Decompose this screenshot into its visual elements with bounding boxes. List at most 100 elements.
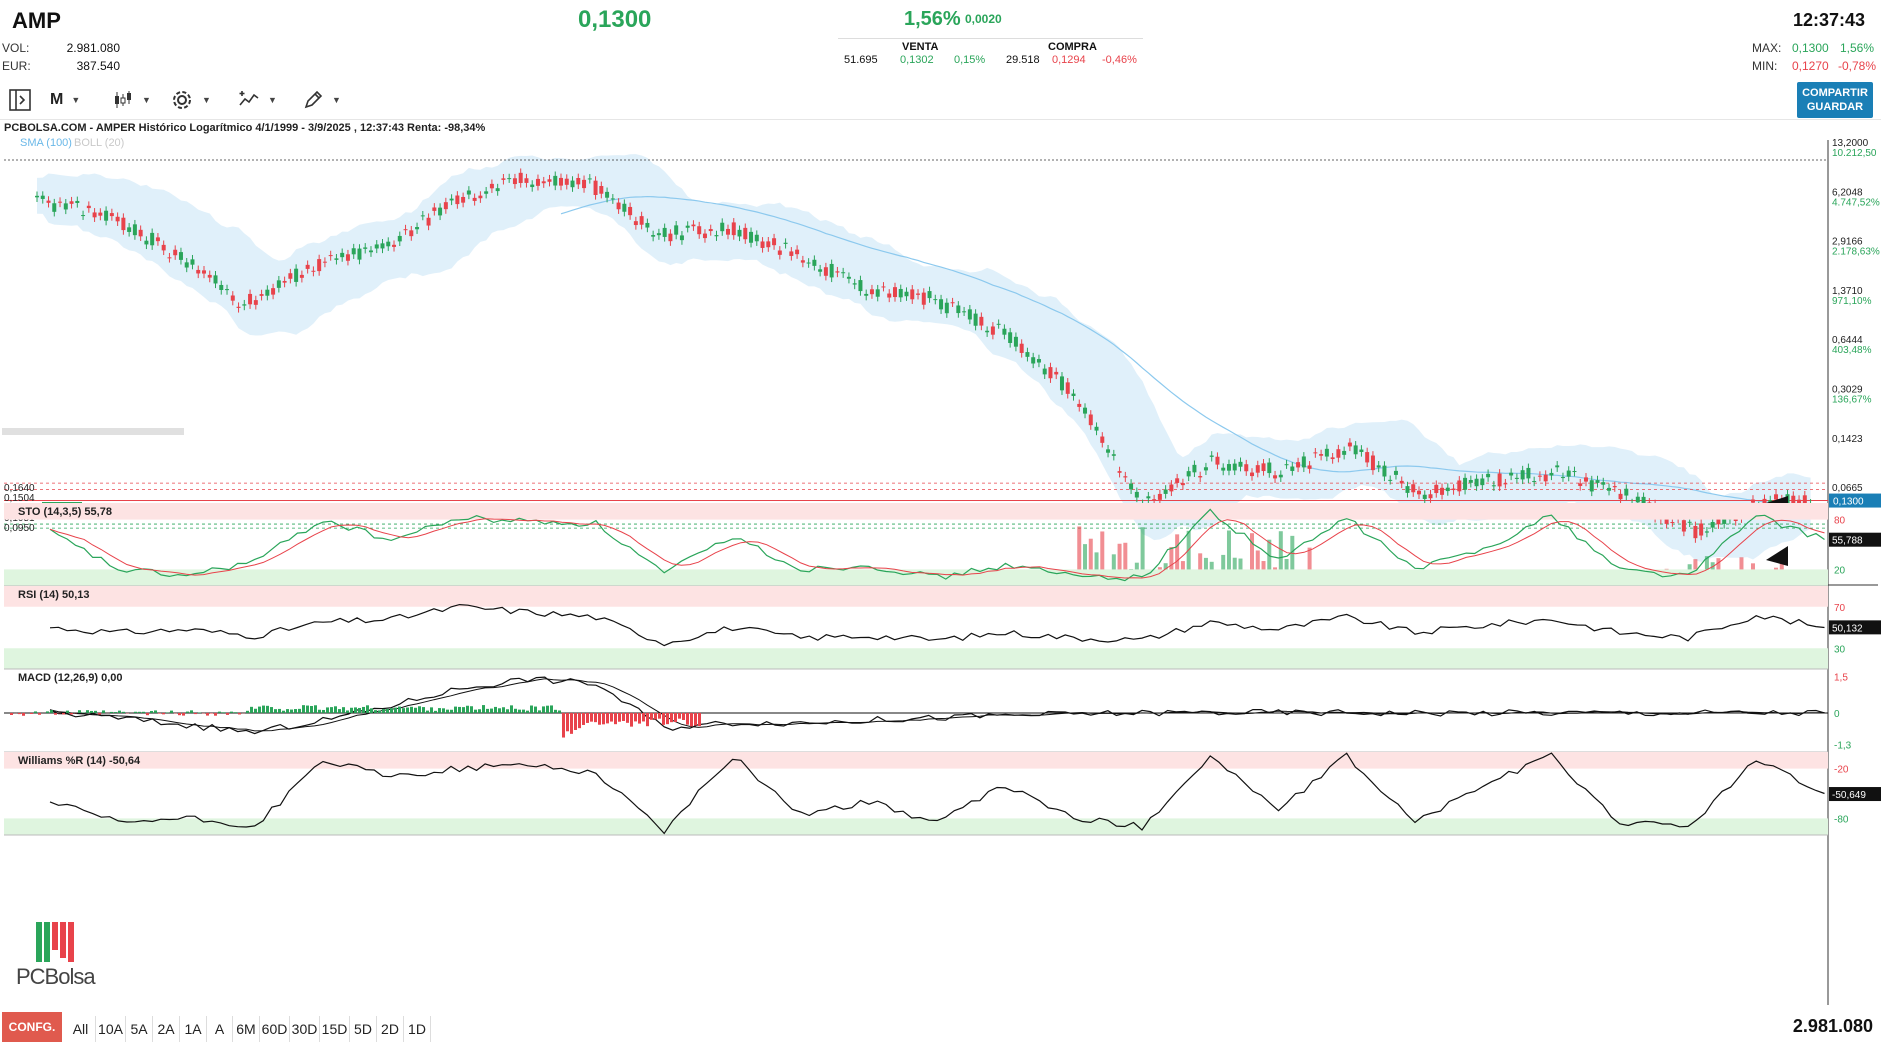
candle-body: [605, 191, 610, 198]
y-tick-price: 0,1423: [1832, 434, 1863, 445]
candle-body: [1520, 470, 1525, 480]
range-button-2d[interactable]: 2D: [377, 1016, 404, 1042]
chevron-down-icon: ▼: [332, 95, 341, 105]
macd-histogram-bar: [594, 712, 597, 723]
quote-time: 12:37:43: [1792, 10, 1865, 30]
macd-histogram-bar: [690, 712, 693, 727]
range-button-6m[interactable]: 6M: [233, 1016, 260, 1042]
candle-body: [1163, 489, 1168, 494]
range-button-15d[interactable]: 15D: [320, 1016, 350, 1042]
last-price: 0,1300: [578, 6, 652, 33]
indicators-selector[interactable]: ▼: [238, 86, 277, 114]
macd-histogram-bar: [262, 705, 265, 713]
candle-body: [1537, 475, 1542, 477]
candle-body: [75, 200, 80, 203]
range-button-5d[interactable]: 5D: [350, 1016, 377, 1042]
candle-body: [1117, 471, 1122, 473]
candle-body: [1774, 494, 1779, 500]
macd-histogram-bar: [30, 712, 33, 714]
macd-histogram-bar: [538, 710, 541, 713]
macd-histogram-bar: [310, 705, 313, 713]
candle-body: [1693, 525, 1698, 539]
macd-histogram-bar: [534, 706, 537, 713]
macd-histogram-bar: [638, 712, 641, 724]
range-button-10a[interactable]: 10A: [96, 1016, 126, 1042]
sidebar-toggle-icon[interactable]: [8, 86, 32, 114]
drawing-tools-selector[interactable]: ▼: [302, 86, 341, 114]
macd-histogram-bar: [150, 710, 153, 713]
candle-body: [351, 248, 356, 255]
macd-histogram-bar: [338, 709, 341, 713]
candle-body: [726, 228, 730, 235]
candle-body: [530, 184, 535, 188]
macd-histogram-bar: [298, 708, 301, 713]
candle-body: [1342, 450, 1347, 455]
config-button[interactable]: CONFG.: [2, 1012, 62, 1042]
macd-histogram-bar: [658, 712, 661, 719]
macd-histogram-bar: [354, 707, 357, 713]
macd-histogram-bar: [470, 706, 473, 713]
candle-body: [1468, 479, 1473, 483]
settings-selector[interactable]: ▼: [170, 86, 211, 114]
candle-body: [196, 269, 201, 274]
macd-histogram-bar: [566, 712, 569, 732]
range-button-5a[interactable]: 5A: [126, 1016, 153, 1042]
range-button-2a[interactable]: 2A: [153, 1016, 180, 1042]
candle-body: [582, 179, 587, 189]
macd-histogram-bar: [306, 705, 309, 713]
arrow-marker-icon: [1766, 546, 1788, 566]
range-button-all[interactable]: All: [66, 1016, 96, 1042]
macd-histogram-bar: [282, 710, 285, 713]
chart-type-selector[interactable]: ▼: [112, 86, 151, 114]
candle-body: [518, 172, 523, 183]
macd-histogram-bar: [318, 709, 321, 713]
candle-body: [489, 183, 494, 189]
candle-body: [679, 235, 684, 241]
macd-histogram-bar: [506, 709, 509, 713]
candle-body: [610, 198, 615, 200]
chart-canvas[interactable]: 2000200120022003200420052006200720082009…: [0, 120, 1881, 1010]
candle-body: [46, 200, 51, 203]
candle-body: [1445, 487, 1450, 492]
range-button-1d[interactable]: 1D: [404, 1016, 431, 1042]
macd-histogram-bar: [134, 711, 137, 713]
min-pct: -0,78%: [1838, 59, 1877, 73]
candle-body: [1365, 452, 1370, 463]
macd-histogram-bar: [426, 710, 429, 713]
candle-body: [599, 185, 604, 194]
macd-histogram-bar: [438, 708, 441, 713]
candle-body: [1699, 523, 1704, 536]
share-save-button[interactable]: COMPARTIR GUARDAR: [1797, 82, 1873, 118]
candle-body: [1572, 471, 1577, 473]
candle-body: [777, 250, 782, 255]
candle-body: [512, 178, 517, 185]
candle-body: [1313, 452, 1318, 454]
candle-body: [322, 261, 327, 263]
candle-body: [1607, 487, 1612, 491]
overbought-zone: [4, 503, 1828, 520]
candle-body: [720, 222, 725, 232]
range-button-a[interactable]: A: [207, 1016, 233, 1042]
candle-body: [841, 272, 846, 274]
macd--signal-line: [49, 678, 1825, 732]
chevron-down-icon: ▼: [71, 95, 81, 105]
range-button-1a[interactable]: 1A: [180, 1016, 207, 1042]
candle-body: [1215, 456, 1220, 465]
macd-histogram-bar: [330, 707, 333, 713]
period-selector[interactable]: M ▼: [50, 86, 80, 114]
candle-body: [973, 313, 978, 326]
candle-body: [1059, 376, 1064, 391]
candle-body: [639, 216, 644, 225]
macd-histogram-bar: [122, 711, 125, 713]
macd-histogram-bar: [18, 712, 21, 715]
range-button-60d[interactable]: 60D: [260, 1016, 290, 1042]
candlestick-icon: [115, 91, 131, 108]
macd-histogram-bar: [502, 707, 505, 713]
macd-histogram-bar: [510, 705, 513, 713]
macd-histogram-bar: [238, 712, 241, 715]
candle-body: [305, 264, 310, 269]
last-price-tag-label: 0,1300: [1833, 497, 1864, 508]
candle-body: [230, 295, 235, 301]
candle-body: [564, 178, 569, 185]
range-button-30d[interactable]: 30D: [290, 1016, 320, 1042]
